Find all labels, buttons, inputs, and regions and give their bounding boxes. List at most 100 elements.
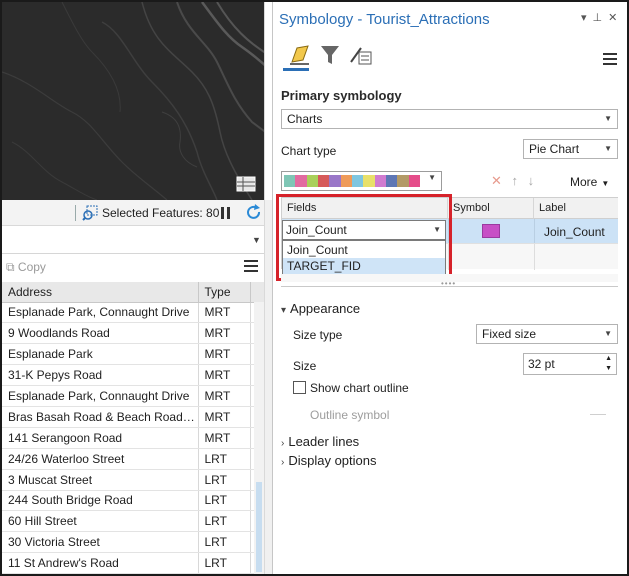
table-vertical-scrollbar[interactable] <box>254 302 264 574</box>
cell-address[interactable]: 60 Hill Street <box>2 510 199 533</box>
chevron-right-icon: › <box>281 438 285 449</box>
table-row[interactable]: 3 Muscat Street LRT <box>2 469 264 491</box>
color-swatch <box>317 175 330 187</box>
leader-lines-section-header[interactable]: › Leader lines <box>281 434 359 449</box>
cell-address[interactable]: Esplanade Park, Connaught Drive <box>2 385 199 407</box>
more-label: More <box>570 175 598 189</box>
cell-type[interactable]: LRT <box>198 531 251 554</box>
cell-type[interactable]: MRT <box>198 343 251 366</box>
outline-symbol-preview <box>590 414 606 415</box>
cell-address[interactable]: 24/26 Waterloo Street <box>2 448 199 470</box>
more-button[interactable]: More ▼ <box>570 175 609 189</box>
move-down-icon[interactable]: ↓ <box>528 173 535 188</box>
appearance-section-header[interactable]: ▾ Appearance <box>281 301 360 316</box>
table-row[interactable]: 244 South Bridge Road LRT <box>2 490 264 512</box>
table-row[interactable]: Esplanade Park, Connaught Drive MRT <box>2 302 264 324</box>
map-view[interactable] <box>2 2 272 200</box>
field-option-target-fid[interactable]: TARGET_FID <box>283 258 445 274</box>
cell-type[interactable]: LRT <box>198 552 251 574</box>
field-combo-box[interactable]: Join_Count ▼ <box>282 220 446 240</box>
display-options-label: Display options <box>288 453 377 468</box>
cell-type[interactable]: MRT <box>198 385 251 407</box>
cell-address[interactable]: 9 Woodlands Road <box>2 322 199 345</box>
show-chart-outline-label: Show chart outline <box>310 381 409 395</box>
table-row[interactable]: 141 Serangoon Road MRT <box>2 427 264 449</box>
color-swatch <box>329 175 341 187</box>
primary-symbology-label: Primary symbology <box>281 88 402 103</box>
tab-vary-symbology-filter-icon[interactable] <box>317 42 343 68</box>
tab-primary-symbology-icon[interactable] <box>287 42 313 68</box>
primary-symbology-select[interactable]: Charts ▼ <box>281 109 618 129</box>
cell-address[interactable]: Esplanade Park <box>2 343 199 366</box>
pane-splitter[interactable] <box>264 200 272 574</box>
column-header-label: Label <box>534 198 618 219</box>
cell-address[interactable]: 141 Serangoon Road <box>2 427 199 449</box>
table-row[interactable]: 11 St Andrew's Road LRT <box>2 552 264 574</box>
color-swatch <box>408 175 420 187</box>
table-row[interactable]: Esplanade Park, Connaught Drive MRT <box>2 385 264 407</box>
cell-address[interactable]: 244 South Bridge Road <box>2 490 199 512</box>
cell-address[interactable]: 31-K Pepys Road <box>2 364 199 387</box>
cell-address[interactable]: 30 Victoria Street <box>2 531 199 554</box>
cell-type[interactable]: MRT <box>198 302 251 324</box>
move-up-icon[interactable]: ↑ <box>512 173 519 188</box>
pane-menu-icon[interactable] <box>603 53 617 68</box>
table-row[interactable]: 31-K Pepys Road MRT <box>2 364 264 387</box>
field-label-cell[interactable]: Join_Count <box>544 225 605 239</box>
chart-type-value: Pie Chart <box>529 142 580 156</box>
cell-type[interactable]: LRT <box>198 469 251 491</box>
show-chart-outline-checkbox[interactable] <box>293 381 306 394</box>
map-road-lines <box>2 2 272 200</box>
pin-icon[interactable]: ⊥ <box>593 12 603 24</box>
size-type-select[interactable]: Fixed size ▼ <box>476 324 618 344</box>
cell-address[interactable]: Esplanade Park, Connaught Drive <box>2 302 199 324</box>
pane-splitter-top <box>264 2 272 200</box>
cell-type[interactable]: MRT <box>198 406 251 428</box>
attribute-table-toolbar: ⧉ Copy <box>2 254 264 280</box>
color-swatch <box>363 175 375 187</box>
column-header-type[interactable]: Type <box>198 282 251 303</box>
attribute-table-icon[interactable] <box>236 174 258 194</box>
remove-field-icon[interactable]: ✕ <box>491 173 502 188</box>
decrement-icon[interactable]: ▼ <box>605 364 612 373</box>
cell-address[interactable]: 3 Muscat Street <box>2 469 199 491</box>
table-row[interactable]: Esplanade Park MRT <box>2 343 264 366</box>
cell-type[interactable]: MRT <box>198 427 251 449</box>
color-swatch <box>295 175 307 187</box>
refresh-icon[interactable] <box>245 204 263 225</box>
close-icon[interactable]: ✕ <box>608 12 617 24</box>
size-spinner[interactable]: 32 pt ▲ ▼ <box>523 353 617 375</box>
dropdown-icon[interactable]: ▾ <box>581 12 587 24</box>
field-symbol-swatch[interactable] <box>482 224 500 238</box>
chart-type-select[interactable]: Pie Chart ▼ <box>523 139 618 159</box>
column-header-address[interactable]: Address <box>2 282 199 303</box>
cell-type[interactable]: LRT <box>198 448 251 470</box>
chevron-down-icon[interactable]: ▼ <box>252 235 261 245</box>
field-option-join-count[interactable]: Join_Count <box>283 242 445 258</box>
tab-symbol-layers-icon[interactable] <box>347 42 373 68</box>
primary-symbology-value: Charts <box>287 112 323 126</box>
scrollbar-thumb[interactable] <box>256 482 262 572</box>
selected-features-icon[interactable] <box>82 205 98 224</box>
table-row[interactable]: Bras Basah Road & Beach Road inte... MRT <box>2 406 264 428</box>
copy-button[interactable]: ⧉ Copy <box>6 260 46 275</box>
color-swatch <box>385 175 398 187</box>
color-scheme-select[interactable]: ▼ <box>281 171 442 191</box>
cell-type[interactable]: LRT <box>198 510 251 533</box>
cell-type[interactable]: MRT <box>198 364 251 387</box>
cell-address[interactable]: Bras Basah Road & Beach Road inte... <box>2 406 199 428</box>
cell-type[interactable]: MRT <box>198 322 251 345</box>
table-row[interactable]: 9 Woodlands Road MRT <box>2 322 264 345</box>
increment-icon[interactable]: ▲ <box>605 354 612 363</box>
app-frame: Selected Features: 80 ▼ ⧉ Copy Address T… <box>0 0 629 576</box>
table-row[interactable]: 24/26 Waterloo Street LRT <box>2 448 264 470</box>
chevron-down-icon[interactable]: ▼ <box>433 221 441 239</box>
cell-type[interactable]: LRT <box>198 490 251 512</box>
pause-drawing-button[interactable] <box>219 205 233 224</box>
table-row[interactable]: 60 Hill Street LRT <box>2 510 264 533</box>
menu-icon[interactable] <box>244 260 258 275</box>
pane-window-controls: ▾ ⊥ ✕ <box>575 11 617 24</box>
cell-address[interactable]: 11 St Andrew's Road <box>2 552 199 574</box>
display-options-section-header[interactable]: › Display options <box>281 453 377 468</box>
table-row[interactable]: 30 Victoria Street LRT <box>2 531 264 554</box>
